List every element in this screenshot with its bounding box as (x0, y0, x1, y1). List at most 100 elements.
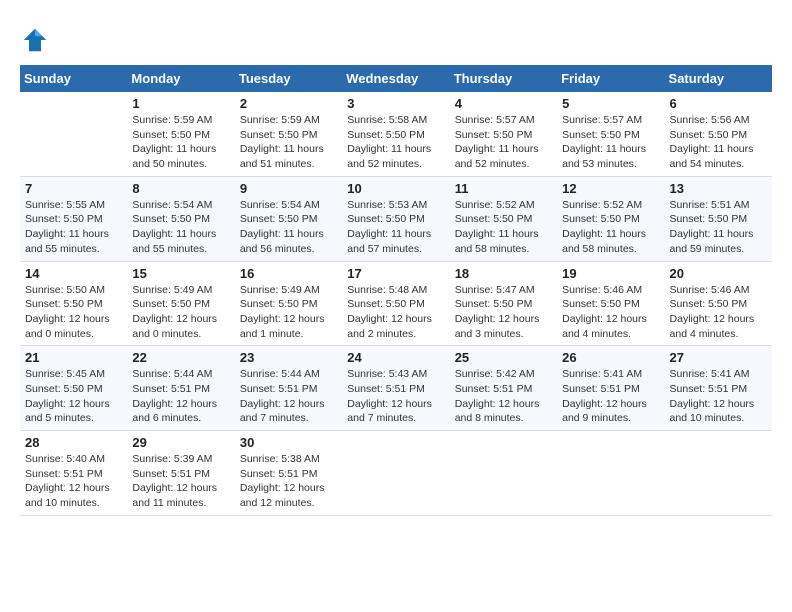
logo (20, 25, 54, 55)
day-info: Sunrise: 5:48 AM Sunset: 5:50 PM Dayligh… (347, 283, 444, 342)
calendar-cell: 29 Sunrise: 5:39 AM Sunset: 5:51 PM Dayli… (127, 431, 234, 516)
day-info: Sunrise: 5:57 AM Sunset: 5:50 PM Dayligh… (455, 113, 552, 172)
day-number: 28 (25, 435, 122, 450)
day-number: 21 (25, 350, 122, 365)
calendar-table: SundayMondayTuesdayWednesdayThursdayFrid… (20, 65, 772, 516)
calendar-cell: 24 Sunrise: 5:43 AM Sunset: 5:51 PM Dayli… (342, 346, 449, 431)
day-info: Sunrise: 5:41 AM Sunset: 5:51 PM Dayligh… (562, 367, 659, 426)
day-info: Sunrise: 5:51 AM Sunset: 5:50 PM Dayligh… (670, 198, 767, 257)
calendar-cell: 22 Sunrise: 5:44 AM Sunset: 5:51 PM Dayli… (127, 346, 234, 431)
day-number: 14 (25, 266, 122, 281)
day-info: Sunrise: 5:39 AM Sunset: 5:51 PM Dayligh… (132, 452, 229, 511)
calendar-cell: 13 Sunrise: 5:51 AM Sunset: 5:50 PM Dayli… (665, 176, 772, 261)
day-info: Sunrise: 5:38 AM Sunset: 5:51 PM Dayligh… (240, 452, 337, 511)
weekday-header-friday: Friday (557, 65, 664, 92)
day-info: Sunrise: 5:49 AM Sunset: 5:50 PM Dayligh… (132, 283, 229, 342)
day-info: Sunrise: 5:58 AM Sunset: 5:50 PM Dayligh… (347, 113, 444, 172)
day-info: Sunrise: 5:46 AM Sunset: 5:50 PM Dayligh… (562, 283, 659, 342)
week-row-3: 14 Sunrise: 5:50 AM Sunset: 5:50 PM Dayli… (20, 261, 772, 346)
calendar-cell: 14 Sunrise: 5:50 AM Sunset: 5:50 PM Dayli… (20, 261, 127, 346)
day-number: 24 (347, 350, 444, 365)
logo-icon (20, 25, 50, 55)
day-info: Sunrise: 5:52 AM Sunset: 5:50 PM Dayligh… (455, 198, 552, 257)
day-number: 5 (562, 96, 659, 111)
calendar-cell: 6 Sunrise: 5:56 AM Sunset: 5:50 PM Daylig… (665, 92, 772, 176)
calendar-cell: 21Sunrise: 5:45 AM Sunset: 5:50 PM Dayli… (20, 346, 127, 431)
day-info: Sunrise: 5:54 AM Sunset: 5:50 PM Dayligh… (240, 198, 337, 257)
calendar-cell: 9 Sunrise: 5:54 AM Sunset: 5:50 PM Daylig… (235, 176, 342, 261)
calendar-cell (342, 431, 449, 516)
day-number: 1 (132, 96, 229, 111)
day-number: 30 (240, 435, 337, 450)
calendar-cell: 19 Sunrise: 5:46 AM Sunset: 5:50 PM Dayli… (557, 261, 664, 346)
day-info: Sunrise: 5:40 AM Sunset: 5:51 PM Dayligh… (25, 452, 122, 511)
day-number: 25 (455, 350, 552, 365)
day-number: 23 (240, 350, 337, 365)
day-info: Sunrise: 5:52 AM Sunset: 5:50 PM Dayligh… (562, 198, 659, 257)
calendar-cell: 15 Sunrise: 5:49 AM Sunset: 5:50 PM Dayli… (127, 261, 234, 346)
calendar-cell: 25Sunrise: 5:42 AM Sunset: 5:51 PM Dayli… (450, 346, 557, 431)
day-info: Sunrise: 5:54 AM Sunset: 5:50 PM Dayligh… (132, 198, 229, 257)
day-number: 18 (455, 266, 552, 281)
calendar-cell: 12 Sunrise: 5:52 AM Sunset: 5:50 PM Dayli… (557, 176, 664, 261)
calendar-cell: 11 Sunrise: 5:52 AM Sunset: 5:50 PM Dayli… (450, 176, 557, 261)
calendar-cell: 23 Sunrise: 5:44 AM Sunset: 5:51 PM Dayli… (235, 346, 342, 431)
calendar-cell: 7 Sunrise: 5:55 AM Sunset: 5:50 PM Daylig… (20, 176, 127, 261)
weekday-header-sunday: Sunday (20, 65, 127, 92)
calendar-cell: 4 Sunrise: 5:57 AM Sunset: 5:50 PM Daylig… (450, 92, 557, 176)
day-number: 3 (347, 96, 444, 111)
day-number: 15 (132, 266, 229, 281)
day-number: 6 (670, 96, 767, 111)
day-info: Sunrise: 5:47 AM Sunset: 5:50 PM Dayligh… (455, 283, 552, 342)
weekday-header-thursday: Thursday (450, 65, 557, 92)
day-number: 8 (132, 181, 229, 196)
week-row-1: 1 Sunrise: 5:59 AM Sunset: 5:50 PM Daylig… (20, 92, 772, 176)
day-info: Sunrise: 5:43 AM Sunset: 5:51 PM Dayligh… (347, 367, 444, 426)
day-number: 13 (670, 181, 767, 196)
day-number: 4 (455, 96, 552, 111)
day-info: Sunrise: 5:46 AM Sunset: 5:50 PM Dayligh… (670, 283, 767, 342)
calendar-cell: 30 Sunrise: 5:38 AM Sunset: 5:51 PM Dayli… (235, 431, 342, 516)
week-row-4: 21Sunrise: 5:45 AM Sunset: 5:50 PM Dayli… (20, 346, 772, 431)
day-number: 9 (240, 181, 337, 196)
day-number: 19 (562, 266, 659, 281)
calendar-cell: 18 Sunrise: 5:47 AM Sunset: 5:50 PM Dayli… (450, 261, 557, 346)
calendar-cell: 3 Sunrise: 5:58 AM Sunset: 5:50 PM Daylig… (342, 92, 449, 176)
day-info: Sunrise: 5:59 AM Sunset: 5:50 PM Dayligh… (132, 113, 229, 172)
day-number: 7 (25, 181, 122, 196)
week-row-2: 7 Sunrise: 5:55 AM Sunset: 5:50 PM Daylig… (20, 176, 772, 261)
calendar-cell: 28 Sunrise: 5:40 AM Sunset: 5:51 PM Dayli… (20, 431, 127, 516)
calendar-cell: 8 Sunrise: 5:54 AM Sunset: 5:50 PM Daylig… (127, 176, 234, 261)
calendar-cell (450, 431, 557, 516)
calendar-cell: 2Sunrise: 5:59 AM Sunset: 5:50 PM Daylig… (235, 92, 342, 176)
calendar-cell (20, 92, 127, 176)
header (20, 20, 772, 55)
weekday-header-wednesday: Wednesday (342, 65, 449, 92)
day-info: Sunrise: 5:41 AM Sunset: 5:51 PM Dayligh… (670, 367, 767, 426)
calendar-cell: 16Sunrise: 5:49 AM Sunset: 5:50 PM Dayli… (235, 261, 342, 346)
day-number: 17 (347, 266, 444, 281)
calendar-cell: 5 Sunrise: 5:57 AM Sunset: 5:50 PM Daylig… (557, 92, 664, 176)
day-info: Sunrise: 5:59 AM Sunset: 5:50 PM Dayligh… (240, 113, 337, 172)
day-number: 20 (670, 266, 767, 281)
weekday-header-tuesday: Tuesday (235, 65, 342, 92)
day-number: 29 (132, 435, 229, 450)
calendar-cell (557, 431, 664, 516)
calendar-cell: 17 Sunrise: 5:48 AM Sunset: 5:50 PM Dayli… (342, 261, 449, 346)
day-info: Sunrise: 5:53 AM Sunset: 5:50 PM Dayligh… (347, 198, 444, 257)
day-info: Sunrise: 5:55 AM Sunset: 5:50 PM Dayligh… (25, 198, 122, 257)
day-number: 10 (347, 181, 444, 196)
day-info: Sunrise: 5:44 AM Sunset: 5:51 PM Dayligh… (132, 367, 229, 426)
day-info: Sunrise: 5:44 AM Sunset: 5:51 PM Dayligh… (240, 367, 337, 426)
day-number: 11 (455, 181, 552, 196)
day-number: 16 (240, 266, 337, 281)
day-number: 12 (562, 181, 659, 196)
week-row-5: 28 Sunrise: 5:40 AM Sunset: 5:51 PM Dayli… (20, 431, 772, 516)
day-info: Sunrise: 5:57 AM Sunset: 5:50 PM Dayligh… (562, 113, 659, 172)
day-number: 22 (132, 350, 229, 365)
day-number: 27 (670, 350, 767, 365)
calendar-cell: 27 Sunrise: 5:41 AM Sunset: 5:51 PM Dayli… (665, 346, 772, 431)
day-info: Sunrise: 5:56 AM Sunset: 5:50 PM Dayligh… (670, 113, 767, 172)
weekday-header-row: SundayMondayTuesdayWednesdayThursdayFrid… (20, 65, 772, 92)
day-info: Sunrise: 5:50 AM Sunset: 5:50 PM Dayligh… (25, 283, 122, 342)
